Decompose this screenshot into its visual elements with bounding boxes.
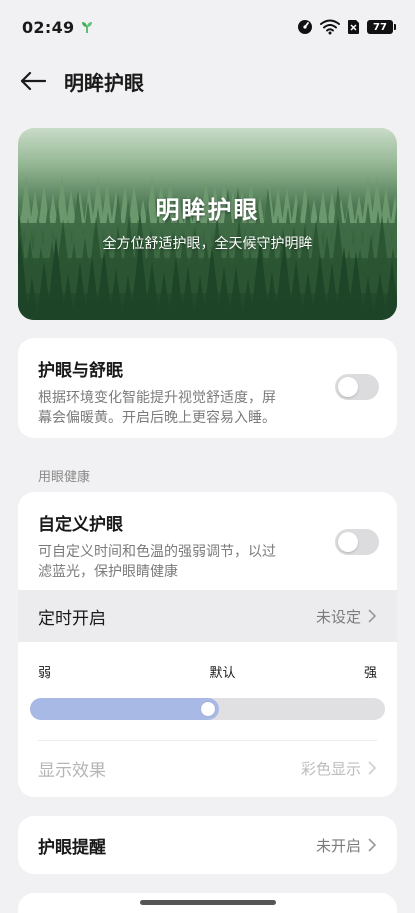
- chevron-right-icon: [368, 609, 377, 623]
- reminder-row[interactable]: 护眼提醒 未开启: [18, 816, 397, 874]
- sim-off-icon: [348, 20, 359, 34]
- banner-subtitle: 全方位舒适护眼，全天候守护明眸: [102, 235, 313, 252]
- status-bar: 02:49 77: [0, 0, 415, 54]
- eye-sleep-description: 根据环境变化智能提升视觉舒适度，屏 幕会偏暖黄。开启后晚上更容易入睡。: [38, 387, 318, 429]
- hero-banner: 明眸护眼 全方位舒适护眼，全天候守护明眸: [18, 128, 397, 320]
- reminder-value: 未开启: [315, 836, 361, 855]
- reminder-card: 护眼提醒 未开启: [18, 816, 397, 874]
- eye-sleep-title: 护眼与舒眠: [38, 361, 123, 381]
- section-label-eye-health: 用眼健康: [38, 470, 91, 485]
- status-time: 02:49: [22, 17, 75, 37]
- intensity-labels: 弱 默认 强: [38, 662, 377, 681]
- display-effect-row[interactable]: 显示效果 彩色显示: [18, 742, 397, 794]
- custom-eye-title: 自定义护眼: [38, 515, 123, 535]
- custom-eye-desc-line2: 滤蓝光，保护眼睛健康: [38, 564, 178, 580]
- custom-eye-desc-line1: 可自定义时间和色温的强弱调节，以过: [38, 544, 276, 560]
- custom-eye-toggle[interactable]: [335, 529, 379, 555]
- slider-fill: [30, 698, 219, 720]
- banner-title: 明眸护眼: [155, 195, 260, 224]
- battery-level: 77: [373, 21, 387, 33]
- custom-eye-card: 自定义护眼 可自定义时间和色温的强弱调节，以过 滤蓝光，保护眼睛健康 定时开启 …: [18, 492, 397, 797]
- slider-thumb[interactable]: [201, 702, 215, 716]
- eye-sleep-toggle[interactable]: [335, 374, 379, 400]
- reminder-label: 护眼提醒: [38, 837, 106, 858]
- eye-sleep-desc-line1: 根据环境变化智能提升视觉舒适度，屏: [38, 390, 276, 406]
- app-notification-icon: [82, 22, 93, 33]
- eye-sleep-desc-line2: 幕会偏暖黄。开启后晚上更容易入睡。: [38, 410, 276, 426]
- slider-min-label: 弱: [38, 666, 52, 681]
- back-arrow-icon: [20, 71, 46, 91]
- vpn-status-icon: [298, 20, 312, 34]
- slider-mid-label: 默认: [209, 666, 236, 681]
- slider-max-label: 强: [363, 666, 377, 681]
- custom-eye-description: 可自定义时间和色温的强弱调节，以过 滤蓝光，保护眼睛健康: [38, 541, 328, 583]
- toggle-knob: [338, 377, 358, 397]
- eye-sleep-card: 护眼与舒眠 根据环境变化智能提升视觉舒适度，屏 幕会偏暖黄。开启后晚上更容易入睡…: [18, 338, 397, 438]
- display-effect-label: 显示效果: [38, 760, 106, 781]
- schedule-value: 未设定: [315, 607, 361, 626]
- chevron-right-icon: [368, 838, 377, 852]
- battery-indicator: 77: [367, 20, 396, 34]
- display-effect-value: 彩色显示: [300, 759, 361, 778]
- intensity-slider[interactable]: [30, 698, 385, 720]
- toggle-knob: [338, 532, 358, 552]
- divider: [38, 740, 377, 741]
- chevron-right-icon: [368, 761, 377, 775]
- header: 明眸护眼: [0, 56, 415, 106]
- home-indicator: [140, 900, 276, 905]
- schedule-label: 定时开启: [38, 608, 106, 629]
- schedule-row[interactable]: 定时开启 未设定: [18, 590, 397, 642]
- page-title: 明眸护眼: [64, 70, 144, 95]
- back-button[interactable]: [18, 66, 48, 96]
- wifi-icon: [320, 19, 340, 35]
